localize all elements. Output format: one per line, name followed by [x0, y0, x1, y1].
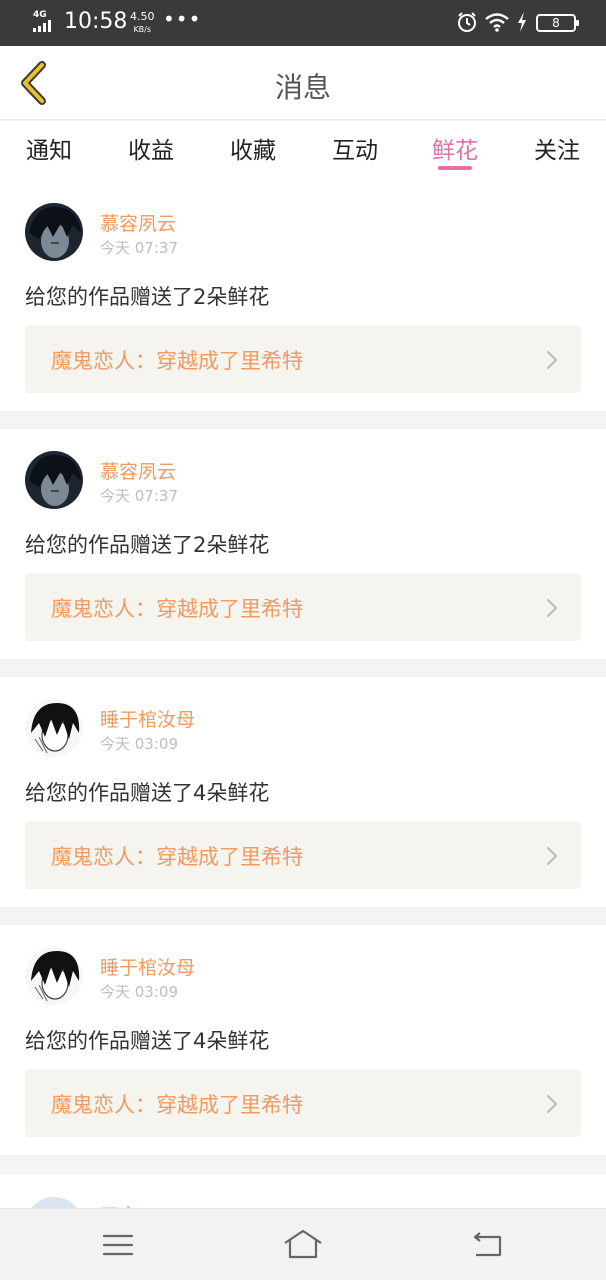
system-nav-bar	[0, 1208, 606, 1280]
work-title: 魔鬼恋人：穿越成了里希特	[51, 597, 303, 621]
message-text: 给您的作品赠送了4朵鲜花	[25, 781, 270, 805]
avatar[interactable]	[25, 947, 83, 1005]
net-speed-unit: KB/s	[133, 25, 152, 34]
message-time: 今天 03:09	[100, 983, 178, 1001]
more-notifications-icon: •••	[163, 7, 202, 31]
tab-notifications[interactable]: 通知	[9, 131, 89, 165]
tab-earnings[interactable]: 收益	[111, 131, 191, 165]
tab-interactions[interactable]: 互动	[315, 131, 395, 165]
clock: 10:58	[64, 9, 128, 34]
list-item: 慕容夙云 今天 07:37 给您的作品赠送了2朵鲜花 魔鬼恋人：穿越成了里希特	[0, 429, 606, 659]
avatar[interactable]	[25, 699, 83, 757]
home-icon	[284, 1229, 322, 1259]
tab-following[interactable]: 关注	[517, 131, 597, 165]
user-name[interactable]: 慕容夙云	[100, 209, 176, 236]
back-nav-button[interactable]	[466, 1227, 510, 1263]
tab-flowers[interactable]: 鲜花	[415, 131, 495, 165]
work-title: 魔鬼恋人：穿越成了里希特	[51, 349, 303, 373]
avatar-dark-hair-image	[25, 203, 83, 261]
message-time: 今天 03:09	[100, 735, 178, 753]
work-link[interactable]: 魔鬼恋人：穿越成了里希特	[25, 573, 581, 641]
charging-icon	[518, 12, 526, 32]
user-name[interactable]: 睡于棺汝母	[100, 953, 195, 980]
message-text: 给您的作品赠送了4朵鲜花	[25, 1029, 270, 1053]
work-link[interactable]: 魔鬼恋人：穿越成了里希特	[25, 1069, 581, 1137]
menu-icon	[102, 1234, 134, 1256]
user-name[interactable]: 睡于棺汝母	[100, 705, 195, 732]
signal-icon	[33, 20, 57, 32]
avatar-sketch-image	[25, 699, 83, 757]
chevron-right-icon	[546, 1094, 558, 1114]
net-speed: 4.50 KB/s	[130, 11, 155, 36]
work-title: 魔鬼恋人：穿越成了里希特	[51, 845, 303, 869]
avatar-dark-hair-image	[25, 451, 83, 509]
back-arrow-icon	[473, 1232, 502, 1257]
list-item: 睡于棺汝母 今天 03:09 给您的作品赠送了4朵鲜花 魔鬼恋人：穿越成了里希特	[0, 677, 606, 907]
menu-button[interactable]	[96, 1227, 140, 1263]
net-speed-value: 4.50	[130, 10, 155, 23]
work-link[interactable]: 魔鬼恋人：穿越成了里希特	[25, 325, 581, 393]
avatar[interactable]	[25, 203, 83, 261]
wifi-icon	[485, 13, 509, 32]
battery-icon: 8	[536, 14, 579, 32]
header: 消息	[0, 46, 606, 120]
list-item: 睡于棺汝母 今天 03:09 给您的作品赠送了4朵鲜花 魔鬼恋人：穿越成了里希特	[0, 925, 606, 1155]
network-type: 4G	[33, 10, 47, 20]
list-item: 慕容夙云 今天 07:37 给您的作品赠送了2朵鲜花 魔鬼恋人：穿越成了里希特	[0, 181, 606, 411]
alarm-icon	[458, 12, 476, 32]
status-bar: 4G 10:58 4.50 KB/s ••• 8	[0, 0, 606, 46]
active-tab-indicator	[438, 166, 472, 170]
chevron-right-icon	[546, 598, 558, 618]
home-button[interactable]	[281, 1227, 325, 1263]
status-icons: 8	[456, 11, 579, 35]
message-time: 今天 07:37	[100, 487, 178, 505]
tab-bar: 通知 收益 收藏 互动 鲜花 关注	[0, 121, 606, 181]
chevron-right-icon	[546, 350, 558, 370]
user-name[interactable]: 慕容夙云	[100, 457, 176, 484]
work-title: 魔鬼恋人：穿越成了里希特	[51, 1093, 303, 1117]
work-link[interactable]: 魔鬼恋人：穿越成了里希特	[25, 821, 581, 889]
message-time: 今天 07:37	[100, 239, 178, 257]
chevron-right-icon	[546, 846, 558, 866]
message-text: 给您的作品赠送了2朵鲜花	[25, 533, 270, 557]
tab-favorites[interactable]: 收藏	[213, 131, 293, 165]
page-title: 消息	[274, 71, 331, 104]
avatar-sketch-image	[25, 947, 83, 1005]
avatar[interactable]	[25, 451, 83, 509]
message-text: 给您的作品赠送了2朵鲜花	[25, 285, 270, 309]
